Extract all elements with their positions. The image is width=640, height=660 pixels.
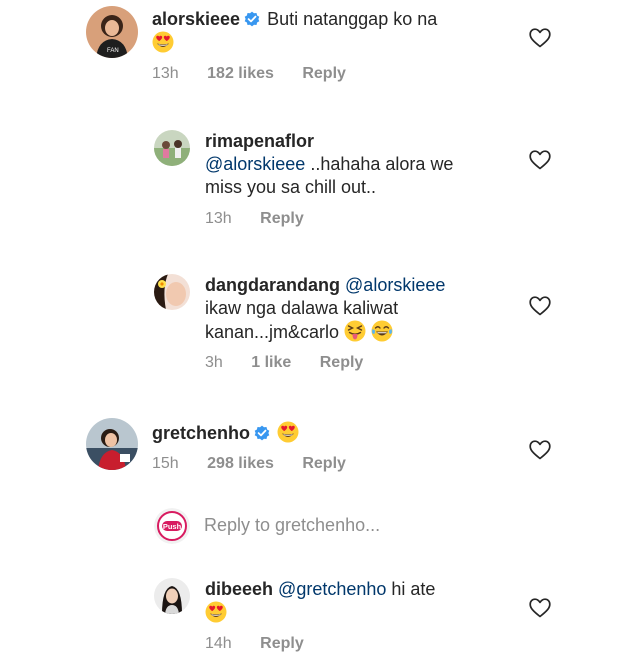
verified-badge-icon [254, 425, 271, 441]
reply-button[interactable]: Reply [302, 455, 346, 472]
comment-time: 13h [152, 65, 179, 82]
avatar[interactable] [86, 418, 138, 470]
like-heart-icon[interactable] [529, 598, 551, 618]
mention-link[interactable]: @alorskieee [205, 154, 305, 174]
likes-count[interactable]: 1 like [251, 354, 291, 371]
comment-username[interactable]: rimapenaflor [205, 131, 314, 151]
comment-text: Buti natanggap ko na [267, 9, 438, 29]
reply-button[interactable]: Reply [320, 354, 364, 371]
reply-button[interactable]: Reply [260, 635, 304, 652]
comment-time: 13h [205, 210, 232, 227]
svg-text:FAN: FAN [107, 48, 119, 54]
push-logo-text: Push [163, 522, 182, 531]
comment-text: hi ate [391, 579, 436, 599]
avatar[interactable]: FAN [86, 6, 138, 58]
avatar[interactable] [154, 274, 190, 310]
heart-eyes-emoji-icon [277, 421, 299, 443]
comment-text-line2: miss you sa chill out.. [205, 177, 377, 197]
avatar[interactable] [154, 130, 190, 166]
avatar[interactable] [154, 578, 190, 614]
likes-count[interactable]: 298 likes [207, 455, 274, 472]
comment-username[interactable]: alorskieee [152, 9, 240, 29]
current-user-avatar: Push [154, 508, 190, 544]
comment-time: 15h [152, 455, 179, 472]
comment-text: ..hahaha alora we [310, 154, 454, 174]
mention-link[interactable]: @alorskieee [345, 275, 445, 295]
comment-username[interactable]: dibeeeh [205, 579, 273, 599]
reply-button[interactable]: Reply [260, 210, 304, 227]
comment-time: 14h [205, 635, 232, 652]
mention-link[interactable]: @gretchenho [278, 579, 386, 599]
like-heart-icon[interactable] [529, 440, 551, 460]
reply-button[interactable]: Reply [302, 65, 346, 82]
tears-of-joy-emoji-icon [371, 320, 394, 342]
like-heart-icon[interactable] [529, 150, 551, 170]
tongue-out-emoji-icon [344, 320, 367, 342]
heart-eyes-emoji-icon [205, 601, 227, 623]
comment-username[interactable]: dangdarandang [205, 275, 340, 295]
like-heart-icon[interactable] [529, 296, 551, 316]
comment-time: 3h [205, 354, 223, 371]
comment-text: ikaw nga dalawa kaliwat [205, 298, 399, 318]
like-heart-icon[interactable] [529, 28, 551, 48]
reply-input[interactable]: Reply to gretchenho... [204, 515, 380, 536]
verified-badge-icon [244, 11, 261, 27]
likes-count[interactable]: 182 likes [207, 65, 274, 82]
comment-text-line2: kanan...jm&carlo [205, 322, 340, 342]
comment-username[interactable]: gretchenho [152, 423, 250, 443]
heart-eyes-emoji-icon [152, 31, 174, 53]
